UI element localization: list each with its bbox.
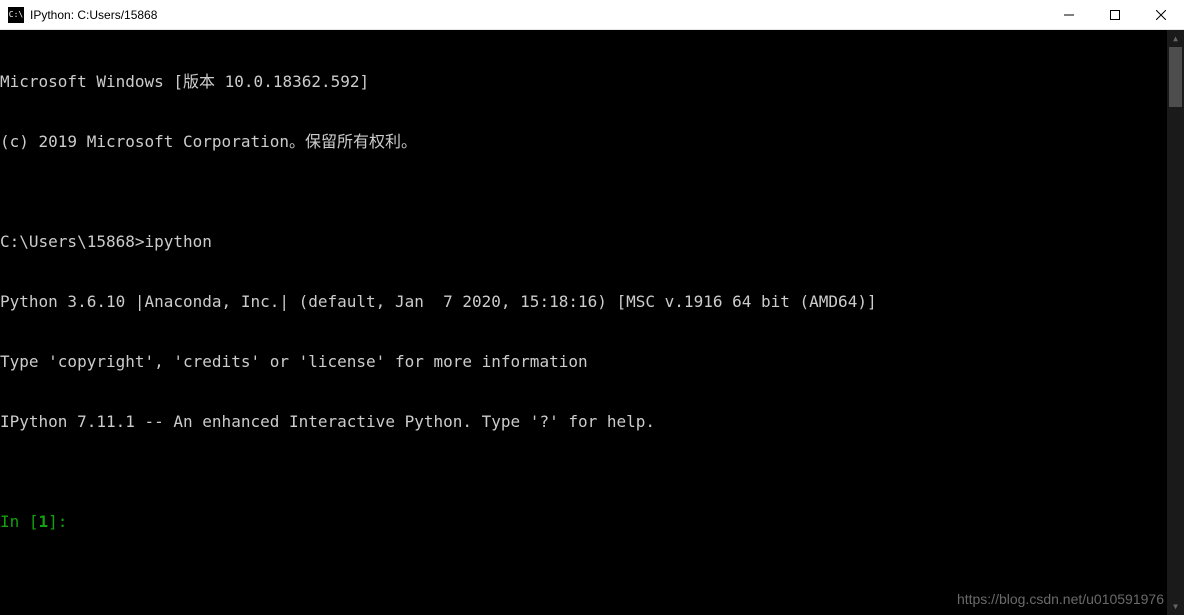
close-button[interactable] — [1138, 0, 1184, 30]
terminal-line: Microsoft Windows [版本 10.0.18362.592] — [0, 72, 1184, 92]
scroll-thumb[interactable] — [1169, 47, 1182, 107]
terminal-line: (c) 2019 Microsoft Corporation。保留所有权利。 — [0, 132, 1184, 152]
terminal-line: IPython 7.11.1 -- An enhanced Interactiv… — [0, 412, 1184, 432]
window-title: IPython: C:Users/15868 — [30, 8, 1046, 22]
terminal-line: Python 3.6.10 |Anaconda, Inc.| (default,… — [0, 292, 1184, 312]
app-icon: C:\ — [8, 7, 24, 23]
terminal-content: Microsoft Windows [版本 10.0.18362.592] (c… — [0, 30, 1184, 572]
terminal-area[interactable]: Microsoft Windows [版本 10.0.18362.592] (c… — [0, 30, 1184, 615]
terminal-line: C:\Users\15868>ipython — [0, 232, 1184, 252]
prompt-suffix: ]: — [48, 512, 67, 531]
prompt-prefix: In [ — [0, 512, 39, 531]
window-controls — [1046, 0, 1184, 29]
minimize-button[interactable] — [1046, 0, 1092, 30]
titlebar: C:\ IPython: C:Users/15868 — [0, 0, 1184, 30]
maximize-button[interactable] — [1092, 0, 1138, 30]
terminal-line: Type 'copyright', 'credits' or 'license'… — [0, 352, 1184, 372]
prompt-number: 1 — [39, 512, 49, 531]
scroll-up-icon[interactable]: ▲ — [1167, 30, 1184, 47]
scroll-down-icon[interactable]: ▼ — [1167, 598, 1184, 615]
ipython-prompt[interactable]: In [1]: — [0, 512, 1184, 532]
watermark-text: https://blog.csdn.net/u010591976 — [957, 589, 1164, 609]
scrollbar[interactable]: ▲ ▼ — [1167, 30, 1184, 615]
